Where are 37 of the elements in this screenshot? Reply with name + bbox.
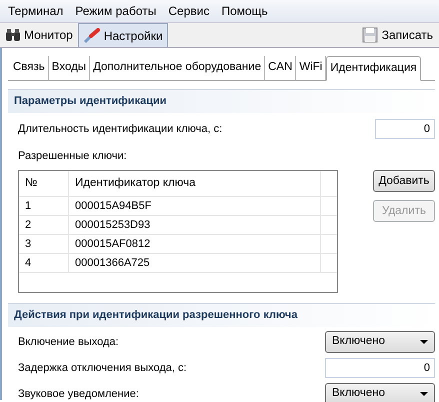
table-cell: 2	[19, 216, 69, 234]
tab[interactable]: Настройки	[78, 23, 168, 47]
dropdown[interactable]: Включено	[325, 382, 435, 402]
floppy-icon	[362, 27, 378, 43]
number-field[interactable]: 0	[325, 358, 435, 378]
menu-item[interactable]: Помощь	[215, 2, 274, 20]
tab[interactable]: Идентификация	[326, 56, 421, 82]
section-header: Действия при идентификации разрешенного ключа	[8, 303, 435, 327]
section-header: Параметры идентификации	[8, 89, 435, 113]
table-cell: 3	[19, 235, 69, 254]
tab[interactable]: WiFi	[296, 56, 326, 80]
menu-item[interactable]: Терминал	[2, 2, 70, 20]
caret-icon	[420, 340, 428, 344]
wrench-icon	[82, 28, 101, 44]
tab[interactable]: Монитор	[0, 23, 78, 47]
field-label: Звуковое уведомление:	[18, 386, 139, 402]
binoculars-icon	[5, 28, 21, 42]
table-cell: 000015AF0812	[69, 235, 321, 254]
column-header: Идентификатор ключа	[69, 171, 321, 196]
table-cell: 4	[19, 254, 69, 272]
table-cell: 000015A94B5F	[69, 197, 321, 216]
menu-item[interactable]: Сервис	[162, 2, 216, 20]
table-cell: 1	[19, 197, 69, 216]
dropdown[interactable]: Включено	[325, 330, 435, 353]
button[interactable]: Добавить	[373, 170, 435, 192]
field-label: Разрешенные ключи:	[17, 148, 128, 164]
tab[interactable]: Дополнительное оборудование	[90, 56, 266, 80]
column-header: №	[19, 171, 69, 196]
save-button[interactable]: Записать	[356, 23, 439, 47]
field-label: Включение выхода:	[18, 334, 119, 350]
field-label: Длительность идентификации ключа, с:	[18, 122, 222, 136]
caret-icon	[420, 392, 428, 396]
table-cell: 000015253D93	[69, 216, 321, 234]
field-label: Задержка отключения выхода, с:	[18, 360, 187, 376]
menu-item[interactable]: Режим работы	[69, 2, 162, 20]
table-cell: 00001366A725	[69, 254, 321, 272]
number-field[interactable]: 0	[375, 118, 435, 139]
